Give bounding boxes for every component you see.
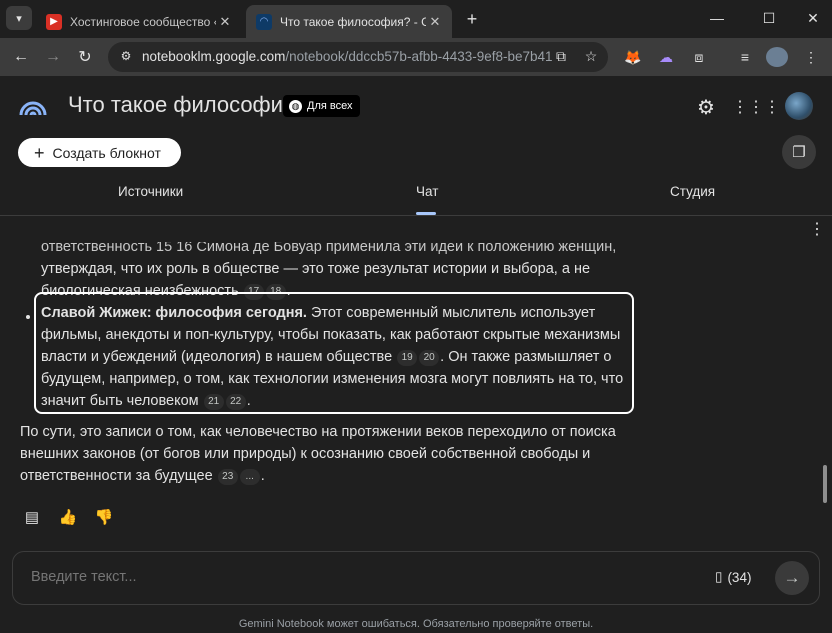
notebooklm-logo xyxy=(19,101,47,116)
window-close-button[interactable]: ✕ xyxy=(790,0,832,36)
minimize-button[interactable]: — xyxy=(694,0,740,36)
citation-badge[interactable]: 23 xyxy=(217,469,238,485)
tab-studio[interactable]: Студия xyxy=(670,184,715,199)
thumbs-down-icon[interactable]: 👎 xyxy=(94,508,114,528)
disclaimer: Gemini Notebook может ошибаться. Обязате… xyxy=(238,618,594,630)
previous-line: ответственность 15 16 Симона де Бовуар п… xyxy=(41,242,617,255)
list-bullet xyxy=(26,315,30,319)
browser-menu-icon[interactable]: ⋮ xyxy=(800,47,822,67)
document-icon: ▯ xyxy=(715,569,723,584)
sources-count-value: (34) xyxy=(727,569,752,585)
address-bar[interactable]: ⚙ notebooklm.google.com/notebook/ddccb57… xyxy=(108,42,608,72)
extension-icon[interactable]: ☁ xyxy=(655,47,677,67)
browser-tab-active[interactable]: ◠ Что такое философия? - Gemin ✕ xyxy=(246,5,452,38)
chat-input[interactable] xyxy=(31,569,631,585)
save-to-note-icon[interactable]: ▤ xyxy=(22,508,42,528)
chat-response: ответственность 15 16 Симона де Бовуар п… xyxy=(0,242,820,542)
user-avatar[interactable] xyxy=(785,92,813,120)
citation-more-badge[interactable]: ... xyxy=(239,469,260,485)
plus-icon: + xyxy=(34,142,45,163)
close-icon[interactable]: ✕ xyxy=(216,14,234,30)
install-app-icon[interactable]: ⧉ xyxy=(552,48,570,66)
active-tab-indicator xyxy=(416,212,436,215)
share-visibility-chip[interactable]: ◍ Для всех xyxy=(283,95,361,117)
reload-button[interactable]: ↻ xyxy=(73,45,97,69)
url-text[interactable]: notebooklm.google.com/notebook/ddccb57b-… xyxy=(142,49,552,64)
previous-line: утверждая, что их роль в обществе — это … xyxy=(41,261,591,277)
extensions-puzzle-icon[interactable]: ⧈ xyxy=(688,47,710,67)
globe-icon: ◍ xyxy=(289,99,302,113)
bullet-bold-heading: Славой Жижек: философия сегодня. xyxy=(41,305,307,321)
notebook-title[interactable]: Что такое философия? xyxy=(68,92,307,118)
citation-badge[interactable]: 21 xyxy=(203,394,224,410)
citation-badge[interactable]: 19 xyxy=(397,350,418,366)
share-label: Для всех xyxy=(307,100,353,112)
browser-toolbar: ← → ↻ ⚙ notebooklm.google.com/notebook/d… xyxy=(0,38,832,76)
copy-icon[interactable]: ❐ xyxy=(782,135,816,169)
tab-search-button[interactable]: ▾ xyxy=(6,6,32,30)
youtube-icon: ▶ xyxy=(46,13,62,30)
new-tab-button[interactable]: + xyxy=(462,9,482,29)
tab-title: Хостинговое сообщество «Tim xyxy=(70,14,216,29)
create-notebook-label: Создать блокнот xyxy=(52,144,161,161)
scrollbar-thumb[interactable] xyxy=(823,465,827,503)
citation-badge[interactable]: 22 xyxy=(225,394,246,410)
notebooklm-app: Что такое философия? ◍ Для всех ⚙ ⋮⋮⋮ + … xyxy=(0,76,832,633)
panel-tabs: Источники Чат Студия xyxy=(0,176,832,216)
back-button[interactable]: ← xyxy=(9,45,33,69)
settings-gear-icon[interactable]: ⚙ xyxy=(694,95,718,119)
bookmark-star-icon[interactable]: ☆ xyxy=(582,48,600,66)
tab-title: Что такое философия? - Gemin xyxy=(280,14,426,29)
notebooklm-icon: ◠ xyxy=(256,13,272,30)
apps-grid-icon[interactable]: ⋮⋮⋮ xyxy=(732,95,780,119)
create-notebook-button[interactable]: + Создать блокнот xyxy=(18,138,181,167)
send-button[interactable]: → xyxy=(775,561,809,595)
summary-paragraph: По сути, это записи о том, как человечес… xyxy=(20,424,616,485)
browser-tab[interactable]: ▶ Хостинговое сообщество «Tim ✕ xyxy=(36,5,242,38)
close-icon[interactable]: ✕ xyxy=(426,14,444,30)
site-info-icon[interactable]: ⚙ xyxy=(118,49,134,65)
chat-composer: ▯ (34) → xyxy=(12,551,820,605)
maximize-button[interactable]: ☐ xyxy=(746,0,792,36)
metamask-extension-icon[interactable]: 🦊 xyxy=(622,47,644,67)
citation-badge[interactable]: 20 xyxy=(419,350,440,366)
chat-scrollbar[interactable] xyxy=(822,218,828,548)
tab-chat[interactable]: Чат xyxy=(416,184,438,199)
tab-sources[interactable]: Источники xyxy=(118,184,183,199)
thumbs-up-icon[interactable]: 👍 xyxy=(58,508,78,528)
sources-count[interactable]: ▯ (34) xyxy=(715,569,751,585)
media-controls-icon[interactable]: ≡ xyxy=(734,47,756,67)
arrow-right-icon: → xyxy=(783,568,801,587)
more-options-icon[interactable]: ⋮ xyxy=(809,219,825,241)
bullet-paragraph: Славой Жижек: философия сегодня. Этот со… xyxy=(41,305,624,410)
browser-tabstrip: ▾ ▶ Хостинговое сообщество «Tim ✕ ◠ Что … xyxy=(0,0,832,38)
forward-button[interactable]: → xyxy=(41,45,65,69)
profile-avatar[interactable] xyxy=(766,47,788,67)
